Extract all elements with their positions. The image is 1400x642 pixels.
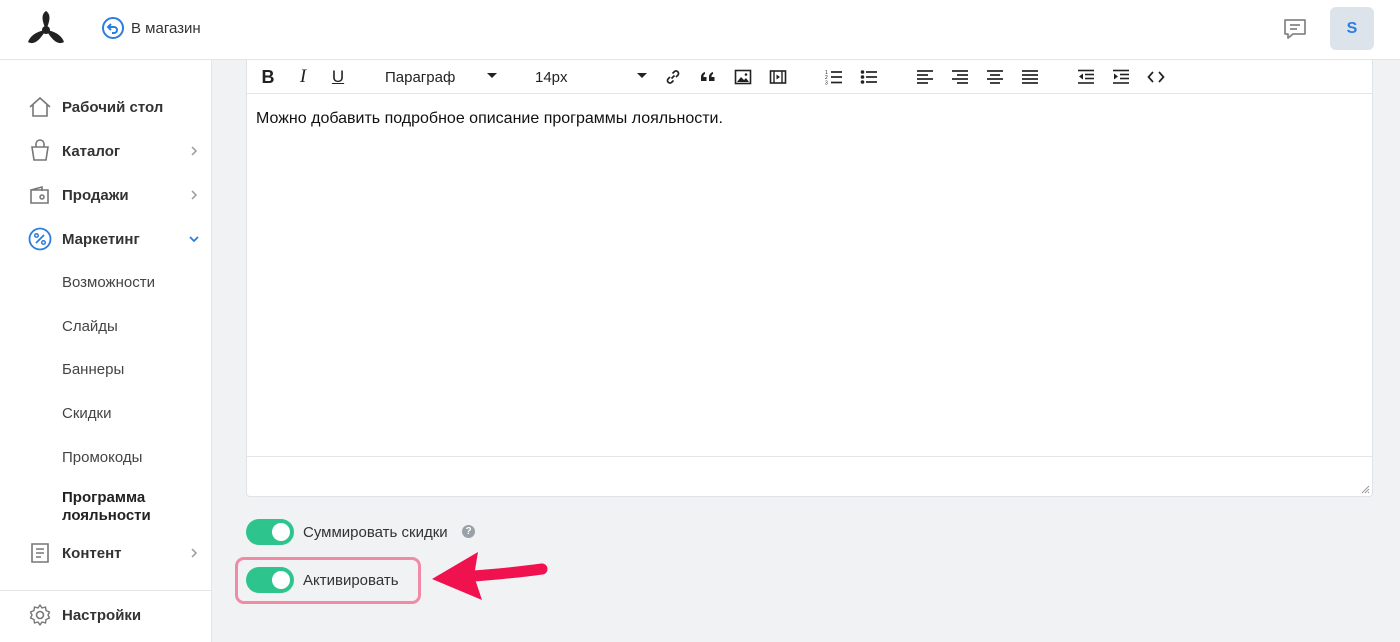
font-size-select-value: 14px bbox=[535, 68, 568, 86]
outdent-button[interactable] bbox=[1076, 67, 1096, 87]
sidebar-item-marketing[interactable]: Маркетинг bbox=[0, 219, 211, 259]
logo-icon[interactable] bbox=[24, 9, 68, 47]
ordered-list-icon: 123 bbox=[825, 70, 842, 87]
sum-discounts-toggle[interactable] bbox=[246, 519, 294, 545]
indent-button[interactable] bbox=[1111, 67, 1131, 87]
align-justify-button[interactable] bbox=[1020, 67, 1040, 87]
sidebar-item-label: Рабочий стол bbox=[62, 98, 164, 116]
underline-button[interactable]: U bbox=[329, 67, 347, 87]
bold-icon: B bbox=[261, 66, 275, 87]
align-justify-icon bbox=[1022, 70, 1038, 84]
chevron-right-icon bbox=[191, 548, 198, 558]
back-link-label: В магазин bbox=[131, 19, 201, 37]
percent-icon bbox=[28, 227, 52, 251]
link-button[interactable] bbox=[664, 67, 682, 87]
chevron-down-icon bbox=[189, 236, 199, 243]
sidebar-item-dashboard[interactable]: Рабочий стол bbox=[0, 87, 211, 127]
sidebar-item-label: Продажи bbox=[62, 186, 129, 204]
editor-statusbar-divider bbox=[247, 456, 1372, 457]
sales-icon bbox=[30, 185, 49, 204]
help-icon[interactable]: ? bbox=[462, 525, 475, 538]
italic-button[interactable]: I bbox=[294, 66, 312, 87]
sidebar-subitem-slides[interactable]: Слайды bbox=[62, 318, 118, 335]
align-center-button[interactable] bbox=[985, 67, 1005, 87]
code-icon bbox=[1147, 71, 1165, 83]
chat-icon[interactable] bbox=[1282, 16, 1308, 42]
paragraph-select-value: Параграф bbox=[385, 68, 456, 86]
sidebar-subitem-banners[interactable]: Баннеры bbox=[62, 361, 124, 378]
sidebar-item-content[interactable]: Контент bbox=[0, 533, 211, 573]
sidebar-item-label: Каталог bbox=[62, 142, 121, 160]
sidebar-settings-section: Настройки bbox=[0, 590, 211, 642]
align-right-icon bbox=[952, 70, 968, 84]
source-code-button[interactable] bbox=[1146, 67, 1166, 87]
sum-discounts-label: Суммировать скидки bbox=[303, 524, 448, 541]
bullet-list-icon bbox=[860, 70, 877, 84]
bag-icon bbox=[31, 139, 49, 161]
bold-button[interactable]: B bbox=[259, 67, 277, 87]
sidebar: Рабочий стол Каталог Продажи Маркетинг В… bbox=[0, 60, 212, 642]
document-icon bbox=[31, 543, 49, 563]
sidebar-subitem-discounts[interactable]: Скидки bbox=[62, 405, 111, 422]
quote-icon bbox=[700, 72, 715, 81]
align-left-button[interactable] bbox=[915, 67, 935, 87]
align-center-icon bbox=[987, 70, 1003, 84]
editor-content-text[interactable]: Можно добавить подробное описание програ… bbox=[256, 110, 723, 128]
chevron-right-icon bbox=[191, 146, 198, 156]
underline-icon: U bbox=[331, 67, 345, 86]
top-bar: В магазин S bbox=[0, 0, 1400, 60]
toggle-knob bbox=[272, 571, 290, 589]
svg-text:3: 3 bbox=[825, 81, 828, 87]
user-avatar[interactable]: S bbox=[1330, 7, 1374, 50]
chevron-right-icon bbox=[191, 190, 198, 200]
sidebar-item-sales[interactable]: Продажи bbox=[0, 175, 211, 215]
ordered-list-button[interactable]: 123 bbox=[825, 67, 843, 87]
italic-icon: I bbox=[299, 66, 307, 87]
sidebar-subitem-features[interactable]: Возможности bbox=[62, 274, 155, 291]
align-right-button[interactable] bbox=[950, 67, 970, 87]
sidebar-item-catalog[interactable]: Каталог bbox=[0, 131, 211, 171]
editor-toolbar: B I U Параграф 14px 123 bbox=[247, 60, 1372, 94]
sidebar-subitem-loyalty-program[interactable]: Программа лояльности bbox=[62, 489, 192, 525]
pointer-arrow-icon bbox=[432, 552, 548, 600]
paragraph-caret-icon bbox=[487, 73, 497, 78]
sidebar-item-label: Настройки bbox=[62, 606, 142, 624]
sidebar-item-label: Контент bbox=[62, 544, 122, 562]
sidebar-subitem-promocodes[interactable]: Промокоды bbox=[62, 449, 142, 466]
image-button[interactable] bbox=[734, 67, 752, 87]
paragraph-select[interactable]: Параграф bbox=[385, 67, 495, 87]
video-icon bbox=[769, 70, 787, 84]
activate-toggle[interactable] bbox=[246, 567, 294, 593]
activate-label: Активировать bbox=[303, 572, 399, 589]
font-size-caret-icon bbox=[637, 73, 647, 78]
sidebar-item-label: Маркетинг bbox=[62, 230, 140, 248]
bullet-list-button[interactable] bbox=[859, 67, 879, 87]
gear-icon bbox=[29, 604, 51, 626]
align-left-icon bbox=[917, 70, 933, 84]
video-button[interactable] bbox=[769, 67, 787, 87]
link-icon bbox=[666, 70, 680, 84]
back-to-store-link[interactable]: В магазин bbox=[101, 16, 201, 40]
back-arrow-icon bbox=[102, 17, 124, 39]
indent-icon bbox=[1113, 69, 1129, 84]
home-icon bbox=[29, 96, 51, 117]
toggle-knob bbox=[272, 523, 290, 541]
sidebar-item-settings[interactable]: Настройки bbox=[0, 595, 211, 635]
font-size-select[interactable]: 14px bbox=[535, 67, 645, 87]
image-icon bbox=[734, 69, 752, 85]
outdent-icon bbox=[1078, 69, 1094, 84]
resize-handle-icon[interactable] bbox=[1360, 484, 1370, 494]
quote-button[interactable] bbox=[699, 67, 717, 87]
rich-text-editor: B I U Параграф 14px 123 Можно добавить п… bbox=[246, 60, 1373, 497]
